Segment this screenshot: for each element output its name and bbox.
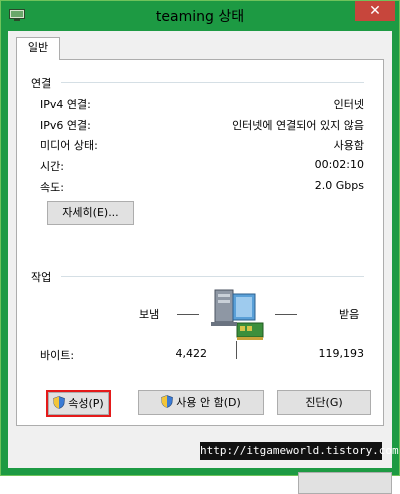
speed-value: 2.0 Gbps bbox=[314, 179, 364, 192]
disable-label: 사용 안 함(D) bbox=[176, 396, 241, 409]
watermark: http://itgameworld.tistory.com bbox=[200, 442, 399, 460]
sent-label: 보냄 bbox=[139, 308, 160, 321]
media-state-row: 미디어 상태: 사용함 bbox=[40, 137, 364, 152]
details-button[interactable]: 자세히(E)... bbox=[47, 201, 134, 225]
speed-row: 속도: 2.0 Gbps bbox=[40, 179, 364, 194]
speed-label: 속도: bbox=[40, 181, 64, 194]
ipv4-label: IPv4 연결: bbox=[40, 98, 91, 111]
duration-row: 시간: 00:02:10 bbox=[40, 158, 364, 173]
bytes-sent: 4,422 bbox=[175, 347, 208, 360]
close-dialog-button[interactable] bbox=[298, 472, 392, 494]
dialog-client: 일반 연결 IPv4 연결: 인터넷 IPv6 연결: 인터넷에 연결되어 있지… bbox=[8, 31, 392, 494]
received-line bbox=[275, 314, 297, 315]
bytes-label: 바이트: bbox=[40, 349, 75, 362]
title-bar[interactable]: teaming 상태 ✕ bbox=[1, 1, 399, 31]
ipv4-value: 인터넷 bbox=[333, 98, 364, 111]
uac-shield-icon bbox=[161, 395, 174, 408]
ipv6-label: IPv6 연결: bbox=[40, 119, 91, 132]
bytes-received: 119,193 bbox=[318, 347, 365, 360]
media-state-value: 사용함 bbox=[333, 139, 364, 152]
duration-value: 00:02:10 bbox=[314, 158, 364, 171]
network-activity-icon bbox=[211, 289, 264, 340]
close-icon: ✕ bbox=[369, 3, 381, 19]
activity-group-title: 작업 bbox=[31, 271, 52, 284]
received-label: 받음 bbox=[339, 308, 360, 321]
connection-group-title: 연결 bbox=[31, 77, 52, 90]
window-title: teaming 상태 bbox=[155, 9, 245, 25]
diagnose-button[interactable]: 진단(G) bbox=[277, 390, 371, 415]
ipv4-row: IPv4 연결: 인터넷 bbox=[40, 96, 364, 111]
tab-general[interactable]: 일반 bbox=[16, 37, 60, 60]
ipv6-value: 인터넷에 연결되어 있지 않음 bbox=[232, 119, 364, 132]
general-panel: 연결 IPv4 연결: 인터넷 IPv6 연결: 인터넷에 연결되어 있지 않음… bbox=[16, 59, 384, 426]
media-state-label: 미디어 상태: bbox=[40, 139, 98, 152]
close-button[interactable]: ✕ bbox=[355, 1, 395, 21]
properties-button[interactable]: 속성(P) bbox=[48, 392, 109, 415]
properties-label: 속성(P) bbox=[68, 397, 104, 410]
sent-line bbox=[177, 314, 199, 315]
ipv6-row: IPv6 연결: 인터넷에 연결되어 있지 않음 bbox=[40, 117, 364, 132]
uac-shield-icon bbox=[53, 396, 66, 409]
duration-label: 시간: bbox=[40, 160, 64, 173]
activity-group-divider bbox=[61, 276, 364, 277]
disable-button[interactable]: 사용 안 함(D) bbox=[138, 390, 264, 415]
bytes-divider bbox=[236, 341, 237, 359]
connection-group-divider bbox=[61, 82, 364, 83]
window: teaming 상태 ✕ 일반 연결 IPv4 연결: 인터넷 IPv6 연결:… bbox=[0, 0, 400, 494]
